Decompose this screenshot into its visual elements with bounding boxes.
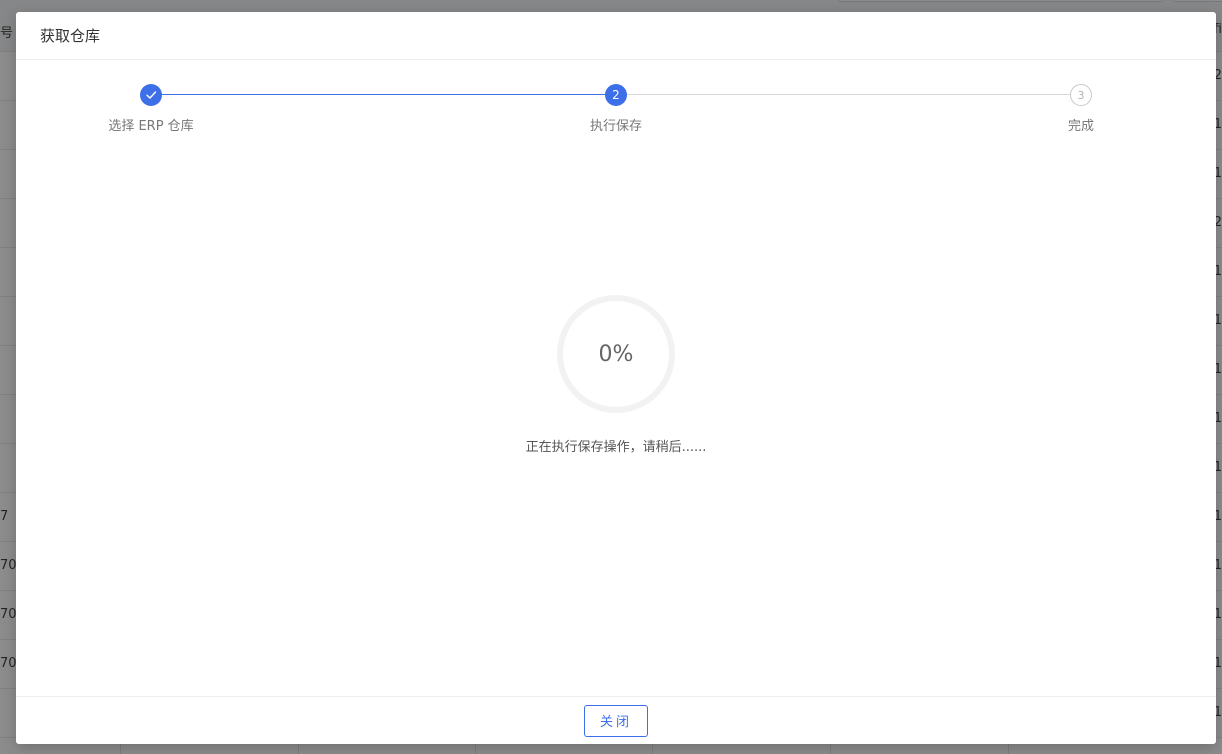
step-1-circle [140, 84, 162, 106]
progress-status-text: 正在执行保存操作，请稍后...... [525, 440, 707, 455]
steps-indicator: 2 3 选择 ERP 仓库 执行保存 完成 [16, 60, 1216, 160]
dialog-footer: 关闭 [16, 696, 1216, 744]
step-3-circle: 3 [1070, 84, 1092, 106]
fetch-warehouse-dialog: 获取仓库 2 3 选择 ERP 仓库 执行保存 完成 0% 正在执行保存操作，请… [16, 12, 1216, 744]
dialog-header: 获取仓库 [16, 12, 1216, 60]
progress-circle: 0% [555, 293, 677, 415]
dialog-title: 获取仓库 [40, 27, 101, 45]
step-2-circle: 2 [605, 84, 627, 106]
progress-percent-text: 0% [598, 341, 634, 367]
step-3-label: 完成 [1067, 119, 1095, 134]
step-connector-pending [627, 94, 1070, 95]
step-2-label: 执行保存 [589, 119, 643, 134]
close-button[interactable]: 关闭 [584, 704, 648, 737]
step-1-label: 选择 ERP 仓库 [108, 119, 194, 134]
check-icon [146, 91, 157, 99]
step-connector-done [162, 94, 605, 95]
